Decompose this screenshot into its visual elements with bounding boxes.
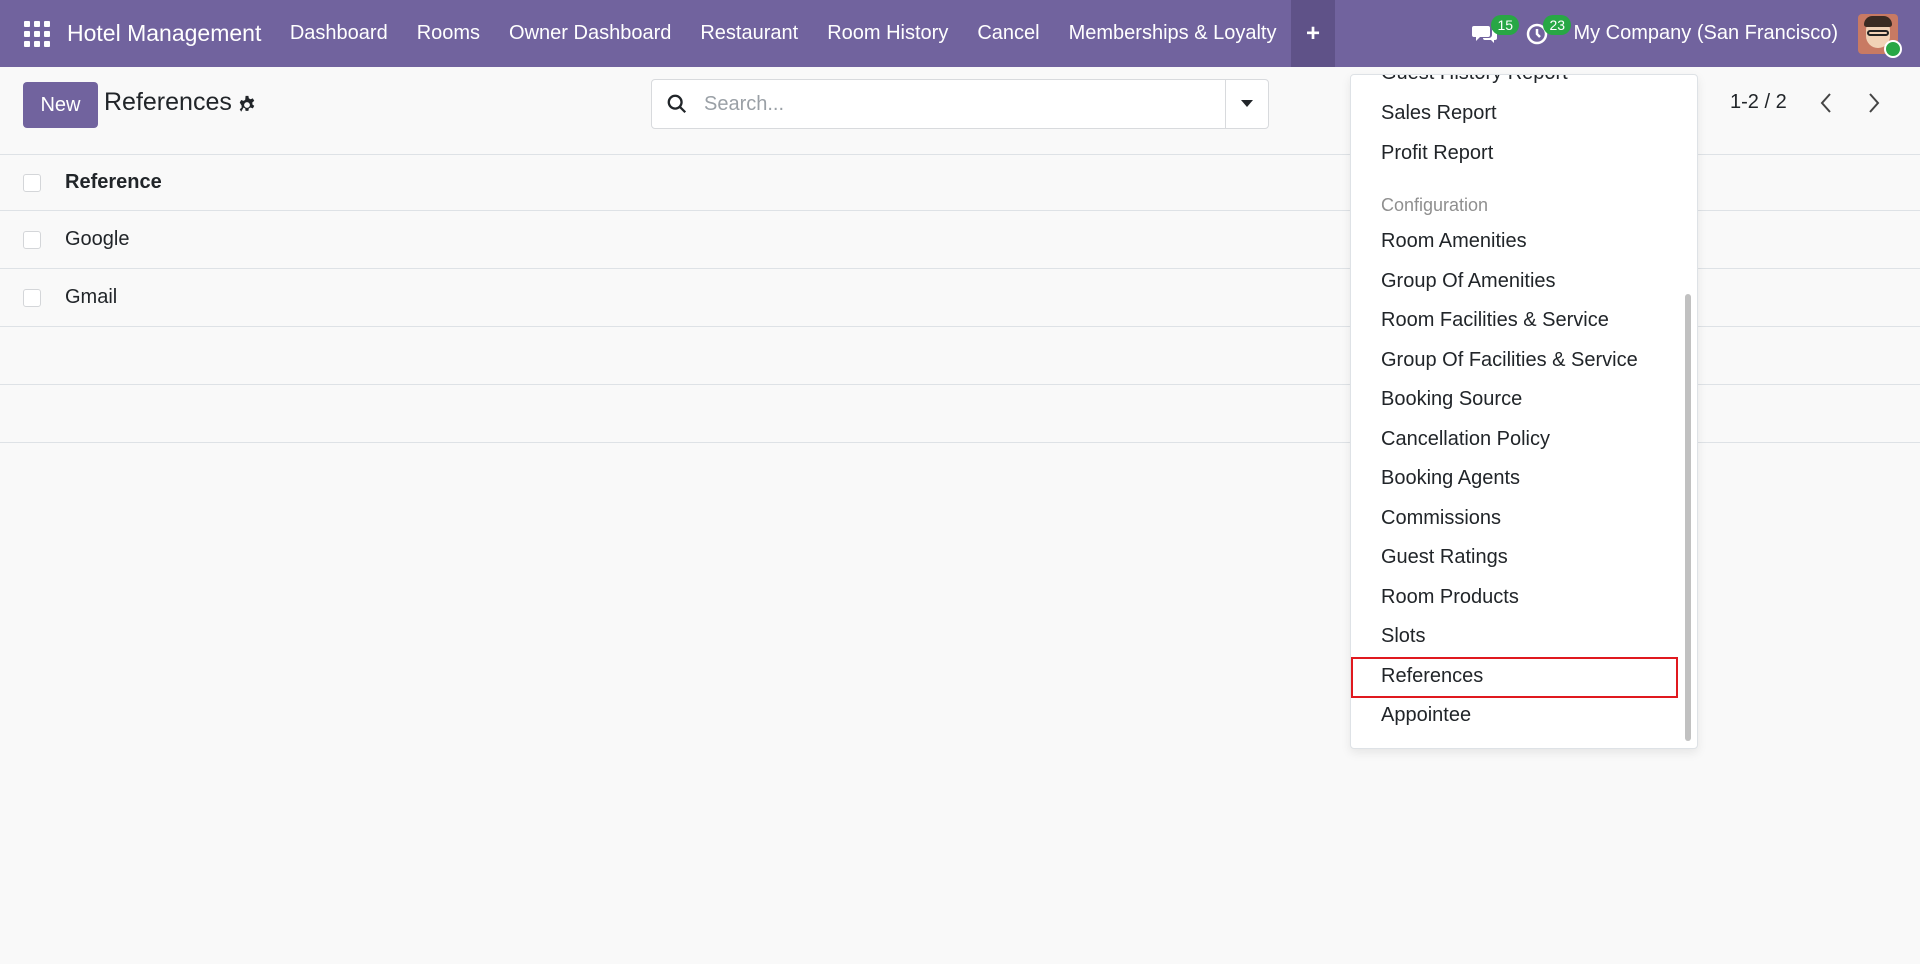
dropdown-item-commissions[interactable]: Commissions (1381, 507, 1501, 530)
menu-item-memberships-loyalty[interactable]: Memberships & Loyalty (1054, 0, 1291, 67)
menu-item-restaurant[interactable]: Restaurant (686, 0, 813, 67)
search-icon (667, 94, 687, 114)
dropdown-item-cancellation-policy[interactable]: Cancellation Policy (1381, 428, 1550, 451)
dropdown-item-room-facilities-service[interactable]: Room Facilities & Service (1381, 309, 1609, 332)
messages-button[interactable]: 15 (1463, 0, 1520, 67)
more-menu-dropdown: Guest History Report Sales Report Profit… (1350, 74, 1698, 749)
selected-item-highlight (1351, 657, 1678, 698)
search-input[interactable] (702, 91, 1206, 117)
dropdown-item-booking-agents[interactable]: Booking Agents (1381, 467, 1520, 490)
gear-icon[interactable] (237, 95, 257, 115)
page-title: References (104, 88, 232, 116)
chevron-left-icon (1820, 93, 1831, 113)
dropdown-item-room-products[interactable]: Room Products (1381, 586, 1519, 609)
column-header-reference[interactable]: Reference (65, 171, 162, 194)
reference-cell[interactable]: Google (65, 228, 130, 251)
row-checkbox[interactable] (23, 288, 41, 307)
activities-badge: 23 (1543, 15, 1572, 35)
dropdown-scrollbar[interactable] (1685, 294, 1691, 741)
activities-button[interactable]: 23 (1515, 0, 1572, 67)
pager-next-button[interactable] (1859, 88, 1889, 118)
search-options-toggle[interactable] (1225, 80, 1268, 128)
apps-grid-icon[interactable] (24, 20, 50, 47)
online-status-icon (1884, 39, 1902, 58)
dropdown-item-group-of-facilities-service[interactable]: Group Of Facilities & Service (1381, 349, 1638, 372)
pager-previous-button[interactable] (1811, 88, 1841, 118)
reference-cell[interactable]: Gmail (65, 286, 117, 309)
menu-item-owner-dashboard[interactable]: Owner Dashboard (495, 0, 686, 67)
dropdown-item-profit-report[interactable]: Profit Report (1381, 142, 1493, 165)
dropdown-section-configuration: Configuration (1381, 195, 1489, 215)
top-navbar: Hotel Management Dashboard Rooms Owner D… (0, 0, 1920, 67)
avatar-glasses (1867, 29, 1889, 36)
dropdown-item-slots[interactable]: Slots (1381, 625, 1425, 648)
dropdown-item-room-amenities[interactable]: Room Amenities (1381, 230, 1527, 253)
more-menu-plus-button[interactable]: + (1290, 0, 1335, 67)
row-checkbox[interactable] (23, 230, 41, 249)
user-avatar[interactable] (1858, 13, 1902, 58)
menu-item-dashboard[interactable]: Dashboard (275, 0, 402, 67)
new-button[interactable]: New (23, 82, 98, 128)
company-switcher[interactable]: My Company (San Francisco) (1573, 22, 1838, 45)
systray: 15 23 My Company (San Francisco) (1463, 0, 1920, 67)
dropdown-item-guest-history-report[interactable]: Guest History Report (1381, 75, 1568, 85)
dropdown-item-guest-ratings[interactable]: Guest Ratings (1381, 546, 1508, 569)
dropdown-item-group-of-amenities[interactable]: Group Of Amenities (1381, 270, 1556, 293)
pager-value[interactable]: 1-2 / 2 (1730, 91, 1787, 114)
caret-down-icon (1241, 100, 1253, 107)
menu-item-cancel[interactable]: Cancel (963, 0, 1054, 67)
select-all-checkbox[interactable] (23, 173, 41, 192)
dropdown-item-sales-report[interactable]: Sales Report (1381, 102, 1497, 125)
chevron-right-icon (1869, 93, 1880, 113)
app-brand[interactable]: Hotel Management (67, 20, 261, 47)
search-bar (651, 79, 1269, 129)
menu-item-room-history[interactable]: Room History (813, 0, 963, 67)
avatar-hair (1864, 15, 1892, 27)
main-menu: Dashboard Rooms Owner Dashboard Restaura… (275, 0, 1335, 67)
dropdown-item-appointee[interactable]: Appointee (1381, 704, 1471, 727)
menu-item-rooms[interactable]: Rooms (402, 0, 494, 67)
dropdown-item-booking-source[interactable]: Booking Source (1381, 388, 1522, 411)
